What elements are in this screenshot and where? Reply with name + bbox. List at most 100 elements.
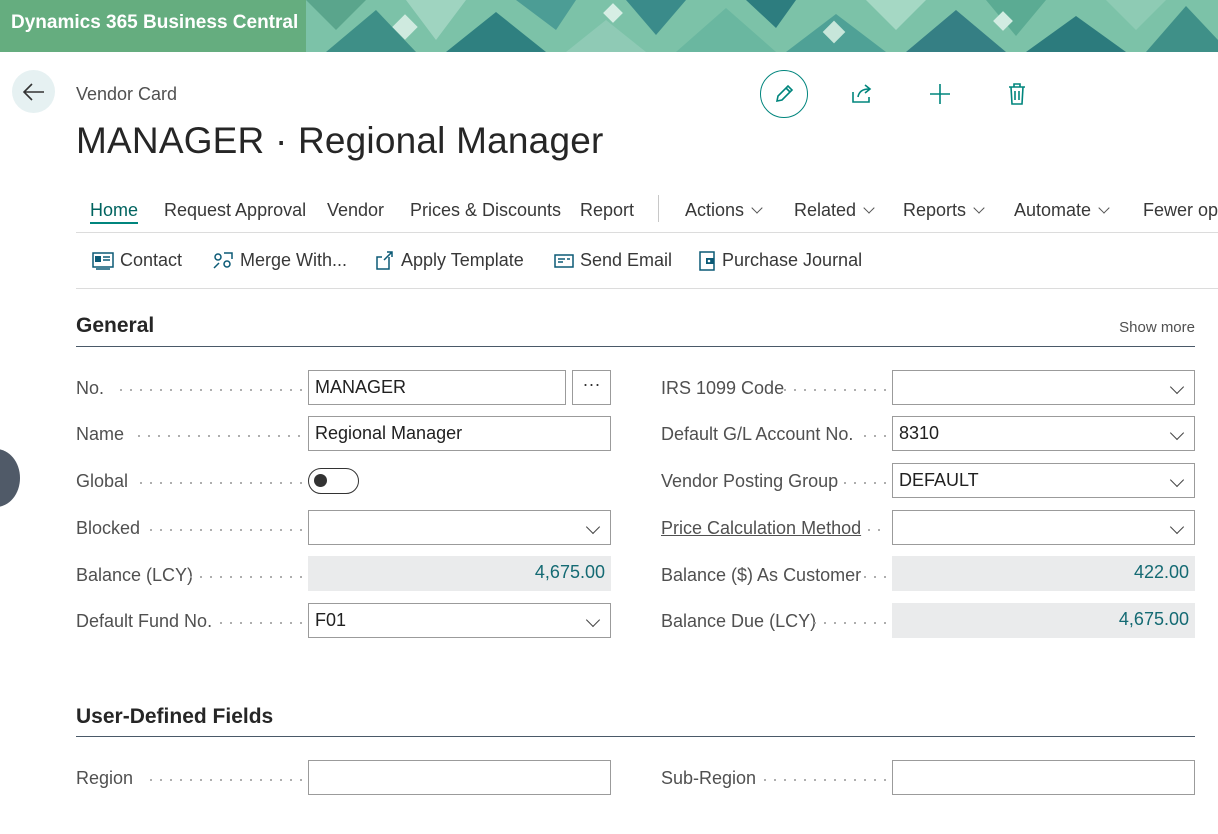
show-more-link[interactable]: Show more [1119, 319, 1195, 336]
back-button[interactable] [12, 70, 55, 113]
side-panel-handle[interactable] [0, 449, 20, 507]
vendor-posting-group-value: DEFAULT [899, 470, 979, 490]
menu-reports-label: Reports [903, 200, 967, 220]
menu-automate-label: Automate [1014, 200, 1092, 220]
menu-automate[interactable]: Automate [1014, 200, 1110, 221]
contact-action[interactable]: Contact [92, 250, 182, 271]
leader-dots [136, 482, 302, 484]
sub-region-field[interactable] [892, 760, 1195, 795]
default-gl-select[interactable]: 8310 [892, 416, 1195, 451]
field-label-balance-due: Balance Due (LCY) [661, 611, 817, 631]
action-bar-divider [658, 195, 659, 222]
menu-actions-label: Actions [685, 200, 745, 220]
trash-icon [1009, 83, 1025, 105]
leader-dots [860, 576, 886, 578]
new-button[interactable] [916, 70, 964, 118]
chevron-down-icon [1169, 425, 1185, 441]
page-title: MANAGER · Regional Manager [76, 120, 604, 161]
field-label-region: Region [76, 768, 134, 788]
tab-prices-discounts[interactable]: Prices & Discounts [410, 200, 561, 221]
blocked-select[interactable] [308, 510, 611, 545]
breadcrumb: Vendor Card [76, 84, 178, 104]
field-label-no: No. [76, 378, 105, 398]
fewer-options-button[interactable]: Fewer options [1143, 200, 1218, 221]
region-field[interactable] [308, 760, 611, 795]
field-label-name: Name [76, 424, 125, 444]
pencil-icon [775, 84, 794, 103]
field-label-blocked: Blocked [76, 518, 141, 538]
apply-template-action-label: Apply Template [401, 250, 524, 270]
send-email-action[interactable]: Send Email [554, 250, 672, 271]
action-bar: Home Request Approval Vendor Prices & Di… [76, 188, 1218, 233]
merge-with-action[interactable]: Merge With... [212, 250, 347, 271]
apply-template-icon [376, 250, 393, 270]
balance-due-value[interactable]: 4,675.00 [892, 603, 1195, 638]
global-toggle[interactable] [308, 468, 359, 494]
leader-dots [216, 622, 302, 624]
default-fund-value: F01 [315, 610, 347, 630]
field-label-balance-lcy: Balance (LCY) [76, 565, 194, 585]
app-banner: Dynamics 365 Business Central [0, 0, 1218, 52]
leader-dots [760, 779, 886, 781]
irs-1099-select[interactable] [892, 370, 1195, 405]
chevron-down-icon [973, 202, 985, 214]
chevron-down-icon [585, 519, 601, 535]
merge-icon [213, 251, 233, 269]
balance-as-customer-value[interactable]: 422.00 [892, 556, 1195, 591]
arrow-left-icon [22, 82, 44, 101]
tab-report[interactable]: Report [580, 200, 634, 221]
no-assist-button[interactable]: ··· [572, 370, 611, 405]
field-label-default-fund: Default Fund No. [76, 611, 213, 631]
price-calculation-method-link[interactable]: Price Calculation Method [661, 518, 861, 539]
leader-dots [134, 435, 302, 437]
tab-request-approval[interactable]: Request Approval [164, 200, 306, 221]
leader-dots [860, 435, 886, 437]
chevron-down-icon [1169, 379, 1185, 395]
menu-actions[interactable]: Actions [685, 200, 763, 221]
field-label-default-gl: Default G/L Account No. [661, 424, 854, 444]
field-label-sub-region: Sub-Region [661, 768, 757, 788]
menu-related-label: Related [794, 200, 857, 220]
leader-dots [810, 622, 886, 624]
purchase-journal-action[interactable]: Purchase Journal [698, 250, 862, 271]
name-field[interactable]: Regional Manager [308, 416, 611, 451]
app-title[interactable]: Dynamics 365 Business Central [0, 0, 306, 52]
balance-lcy-value[interactable]: 4,675.00 [308, 556, 611, 591]
leader-dots [186, 576, 302, 578]
field-label-vendor-posting-group: Vendor Posting Group [661, 471, 839, 491]
price-calculation-method-select[interactable] [892, 510, 1195, 545]
plus-icon [930, 84, 950, 104]
leader-dots [780, 389, 886, 391]
promoted-actions: Contact Merge With... Apply Template Sen… [76, 233, 1218, 289]
banner-pattern [306, 0, 1218, 52]
field-label-irs-1099: IRS 1099 Code [661, 378, 785, 398]
leader-dots [864, 529, 886, 531]
leader-dots [840, 482, 886, 484]
field-label-balance-as-customer: Balance ($) As Customer [661, 565, 862, 585]
general-section-header: General Show more [76, 314, 1195, 347]
chevron-down-icon [1169, 472, 1185, 488]
default-fund-select[interactable]: F01 [308, 603, 611, 638]
tab-vendor[interactable]: Vendor [327, 200, 384, 221]
contact-action-label: Contact [120, 250, 183, 270]
field-label-global: Global [76, 471, 129, 491]
edit-button[interactable] [760, 70, 808, 118]
menu-reports[interactable]: Reports [903, 200, 985, 221]
email-icon [554, 253, 574, 268]
journal-icon [699, 250, 715, 271]
menu-related[interactable]: Related [794, 200, 875, 221]
section-title-user-defined[interactable]: User-Defined Fields [76, 705, 1195, 729]
no-field[interactable]: MANAGER [308, 370, 566, 405]
tab-home[interactable]: Home [90, 200, 139, 224]
vendor-posting-group-select[interactable]: DEFAULT [892, 463, 1195, 498]
chevron-down-icon [1169, 519, 1185, 535]
section-title-general[interactable]: General [76, 314, 1195, 338]
contact-card-icon [92, 251, 114, 270]
merge-with-action-label: Merge With... [240, 250, 348, 270]
share-button[interactable] [838, 70, 886, 118]
delete-button[interactable] [993, 70, 1041, 118]
leader-dots [146, 529, 302, 531]
chevron-down-icon [863, 202, 875, 214]
apply-template-action[interactable]: Apply Template [375, 250, 524, 271]
chevron-down-icon [751, 202, 763, 214]
